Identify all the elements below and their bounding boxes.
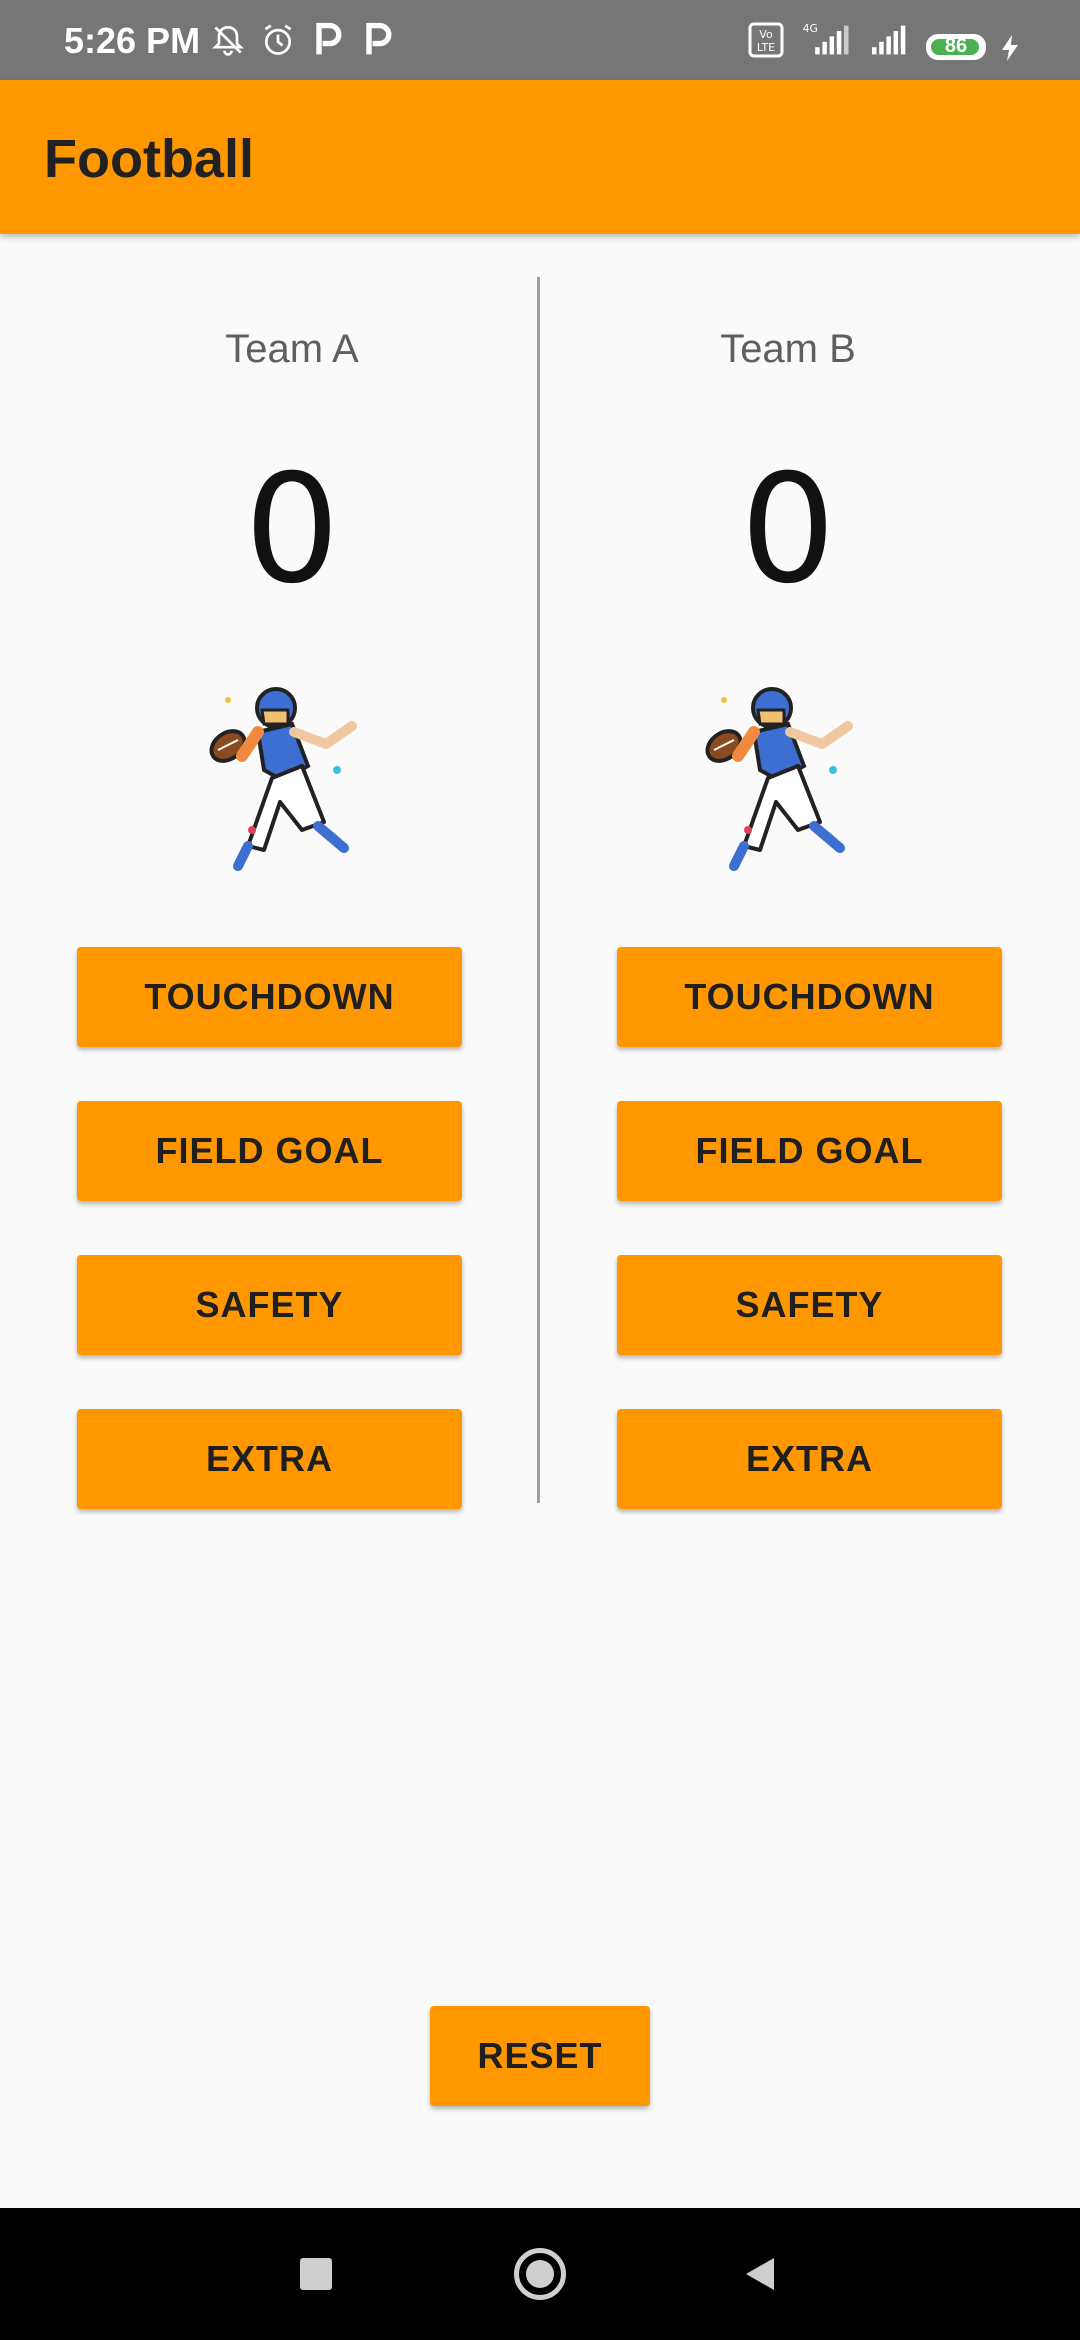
battery-icon: 86 xyxy=(926,34,986,60)
team-b-score: 0 xyxy=(740,443,836,617)
team-a-name: Team A xyxy=(225,327,359,371)
team-b-name: Team B xyxy=(720,327,856,371)
svg-text:Vo: Vo xyxy=(759,28,773,41)
football-player-icon xyxy=(209,687,357,871)
team-a-field-goal-button[interactable]: FIELD GOAL xyxy=(77,1101,462,1201)
reset-button[interactable]: RESET xyxy=(430,2006,650,2106)
charging-bolt-icon xyxy=(1002,35,1018,61)
volte-icon: Vo LTE xyxy=(748,22,784,58)
football-player-icon xyxy=(705,687,853,871)
battery-level: 86 xyxy=(944,35,968,57)
team-a-safety-button[interactable]: SAFETY xyxy=(77,1255,462,1355)
team-b-safety-button[interactable]: SAFETY xyxy=(617,1255,1002,1355)
team-b-extra-button[interactable]: EXTRA xyxy=(617,1409,1002,1509)
alarm-icon xyxy=(264,24,292,55)
app-p-icon xyxy=(366,22,392,55)
team-a-extra-button[interactable]: EXTRA xyxy=(77,1409,462,1509)
team-b-field-goal-button[interactable]: FIELD GOAL xyxy=(617,1101,1002,1201)
navigation-bar xyxy=(0,2208,1080,2340)
back-icon[interactable] xyxy=(742,2256,778,2292)
app-p-icon xyxy=(316,22,342,55)
notifications-off-icon xyxy=(212,26,244,56)
app-title: Football xyxy=(44,129,254,189)
home-icon xyxy=(526,2260,554,2288)
team-a-touchdown-button[interactable]: TOUCHDOWN xyxy=(77,947,462,1047)
recents-button[interactable] xyxy=(300,2258,332,2290)
column-divider xyxy=(537,277,540,1503)
signal-icon xyxy=(872,25,906,55)
svg-text:LTE: LTE xyxy=(757,41,775,54)
app-bar: Football xyxy=(0,80,1080,234)
status-bar: 5:26 PM Vo LTE 4G 86 xyxy=(0,0,1080,80)
team-a-score: 0 xyxy=(244,443,340,617)
svg-text:4G: 4G xyxy=(803,22,818,35)
home-button[interactable] xyxy=(514,2248,566,2300)
team-b-touchdown-button[interactable]: TOUCHDOWN xyxy=(617,947,1002,1047)
signal-4g-icon: 4G xyxy=(803,22,849,55)
status-time: 5:26 PM xyxy=(64,20,201,61)
